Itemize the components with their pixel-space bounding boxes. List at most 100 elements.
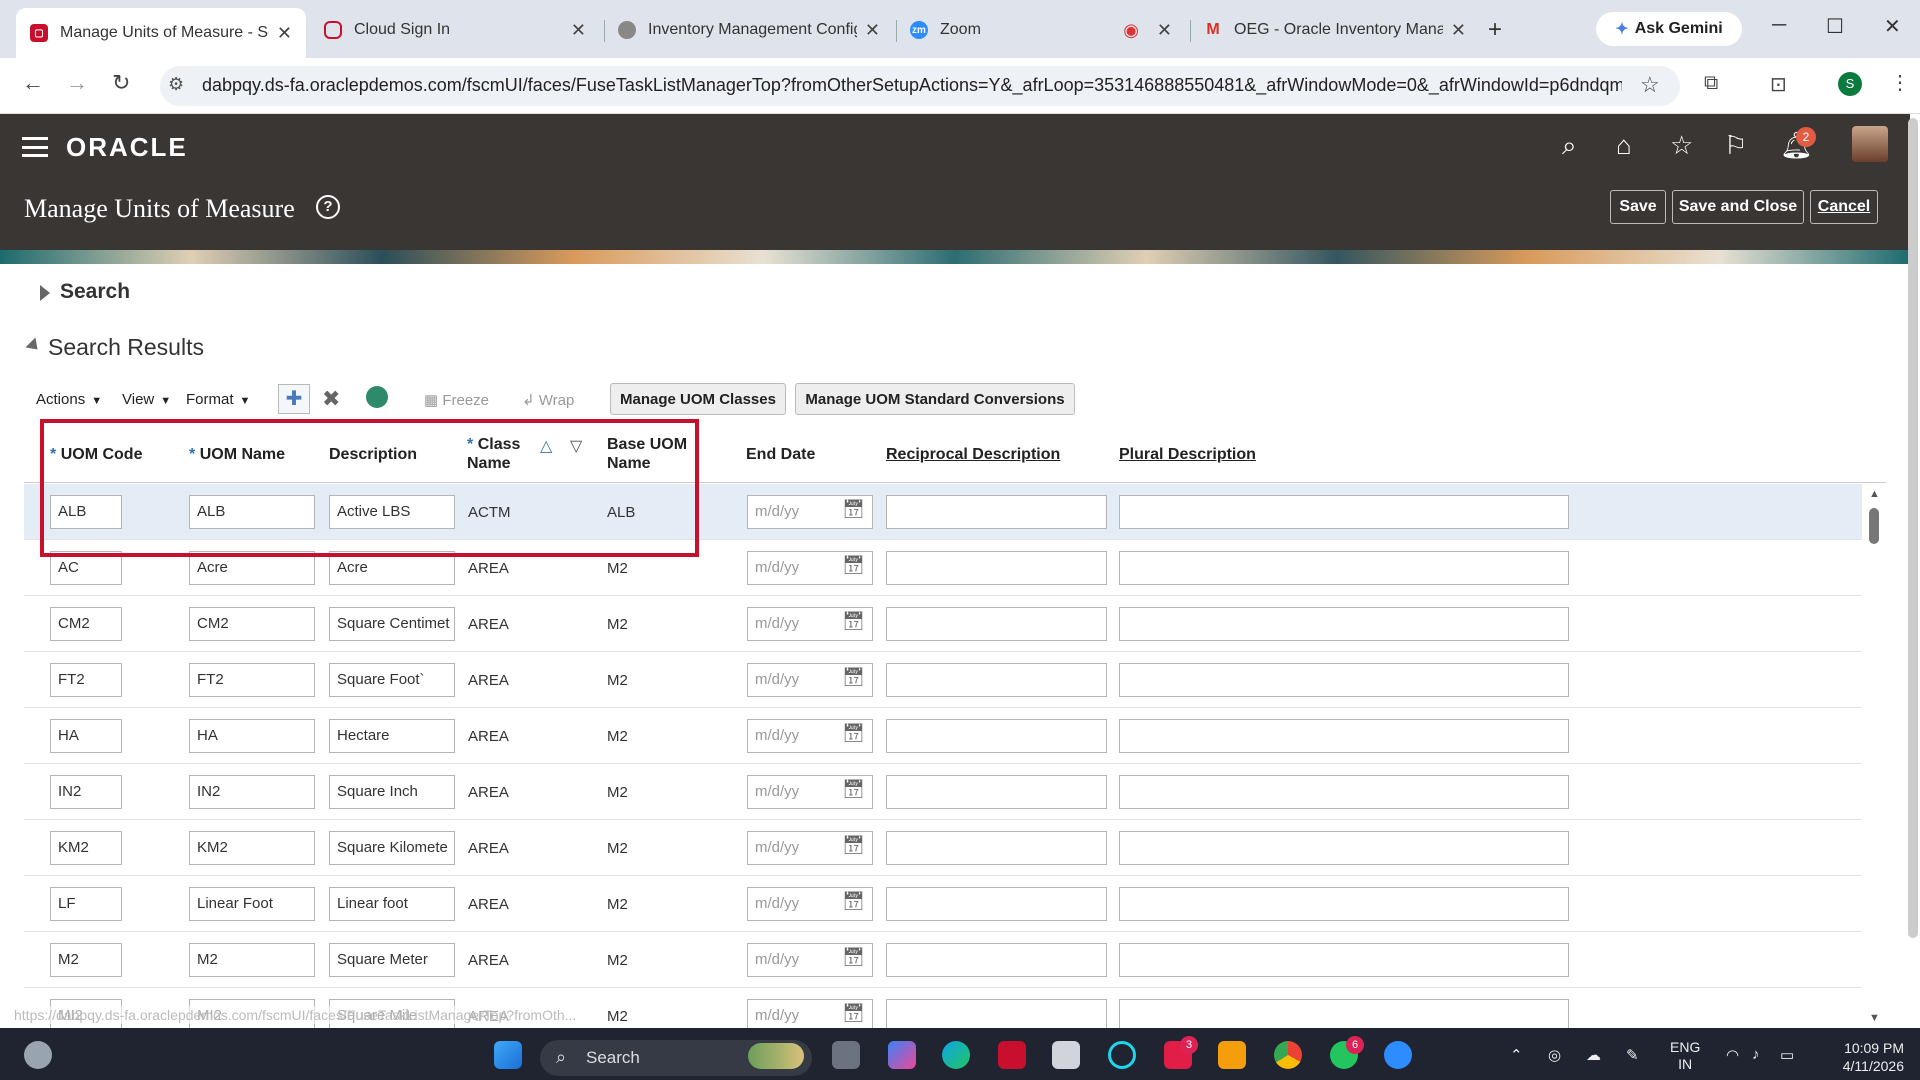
plural-description-input[interactable] bbox=[1119, 887, 1569, 921]
search-section-title[interactable]: Search bbox=[60, 280, 130, 304]
uom-code-input[interactable]: LF bbox=[50, 887, 122, 921]
favorites-star-icon[interactable]: ☆ bbox=[1670, 130, 1693, 161]
clock[interactable]: 10:09 PM 4/11/2026 bbox=[1814, 1039, 1904, 1075]
reciprocal-description-input[interactable] bbox=[886, 607, 1107, 641]
uom-name-input[interactable]: FT2 bbox=[189, 663, 315, 697]
delete-row-icon[interactable]: ✖ bbox=[322, 386, 340, 412]
description-input[interactable]: Square Foot` bbox=[329, 663, 455, 697]
weather-widget-icon[interactable] bbox=[24, 1041, 52, 1069]
translation-globe-icon[interactable] bbox=[366, 386, 388, 408]
description-input[interactable]: Square Inch bbox=[329, 775, 455, 809]
close-tab-icon[interactable]: ✕ bbox=[1157, 20, 1172, 41]
copilot-icon[interactable] bbox=[888, 1041, 916, 1069]
uom-name-input[interactable]: Linear Foot bbox=[189, 887, 315, 921]
tab-manage-uom[interactable]: ▢ Manage Units of Measure - Se ✕ bbox=[16, 8, 306, 58]
pen-icon[interactable]: ✎ bbox=[1626, 1046, 1639, 1064]
cast-icon[interactable]: ⊡ bbox=[1770, 72, 1787, 97]
page-scrollbar[interactable] bbox=[1908, 118, 1918, 938]
file-explorer-icon[interactable] bbox=[1218, 1041, 1246, 1069]
oracle-logo[interactable]: ORACLE bbox=[66, 132, 188, 163]
add-row-icon[interactable]: ✚ bbox=[278, 384, 310, 414]
tab-oeg-gmail[interactable]: M OEG - Oracle Inventory Manag ✕ bbox=[1190, 10, 1480, 50]
close-tab-icon[interactable]: ✕ bbox=[571, 20, 586, 41]
column-header-plural-description[interactable]: Plural Description bbox=[1119, 445, 1256, 464]
browser-menu-icon[interactable]: ⋮ bbox=[1890, 70, 1910, 95]
format-menu[interactable]: Format ▼ bbox=[186, 391, 250, 408]
table-row[interactable]: HA HA Hectare AREA M2 m/d/yy 📅︎ bbox=[24, 708, 1862, 764]
close-tab-icon[interactable]: ✕ bbox=[865, 20, 880, 41]
table-vertical-scrollbar[interactable] bbox=[1867, 486, 1881, 1024]
column-header-end-date[interactable]: End Date bbox=[746, 445, 815, 464]
zoom-icon[interactable] bbox=[1384, 1041, 1412, 1069]
plural-description-input[interactable] bbox=[1119, 999, 1569, 1028]
forward-icon[interactable]: → bbox=[66, 70, 88, 96]
uom-code-input[interactable]: HA bbox=[50, 719, 122, 753]
save-and-close-button[interactable]: Save and Close bbox=[1672, 190, 1804, 224]
tab-zoom[interactable]: zm Zoom ◉ ✕ bbox=[896, 10, 1186, 50]
help-icon[interactable]: ? bbox=[316, 195, 340, 219]
uom-name-input[interactable]: HA bbox=[189, 719, 315, 753]
uom-name-input[interactable]: CM2 bbox=[189, 607, 315, 641]
wrap-button[interactable]: ↲ Wrap bbox=[522, 391, 574, 409]
volume-icon[interactable]: ♪ bbox=[1752, 1046, 1760, 1063]
onedrive-icon[interactable]: ☁ bbox=[1586, 1046, 1601, 1064]
new-tab-button[interactable]: + bbox=[1488, 16, 1502, 44]
extensions-icon[interactable]: ⧉ bbox=[1704, 72, 1718, 95]
user-avatar[interactable] bbox=[1852, 126, 1888, 162]
plural-description-input[interactable] bbox=[1119, 719, 1569, 753]
scroll-up-icon[interactable]: ▲ bbox=[1869, 488, 1880, 500]
hamburger-menu-icon[interactable] bbox=[22, 137, 48, 157]
search-icon[interactable]: ⌕ bbox=[1562, 130, 1577, 162]
calendar-icon[interactable]: 📅︎ bbox=[842, 723, 865, 744]
reciprocal-description-input[interactable] bbox=[886, 943, 1107, 977]
cancel-button[interactable]: Cancel bbox=[1810, 190, 1878, 224]
uom-code-input[interactable]: M2 bbox=[50, 943, 122, 977]
calendar-icon[interactable]: 📅︎ bbox=[842, 835, 865, 856]
close-tab-icon[interactable]: ✕ bbox=[1451, 20, 1466, 41]
column-header-reciprocal-description[interactable]: Reciprocal Description bbox=[886, 445, 1060, 464]
close-tab-icon[interactable]: ✕ bbox=[277, 23, 292, 44]
maximize-icon[interactable]: ☐ bbox=[1826, 14, 1844, 39]
language-indicator[interactable]: ENG IN bbox=[1670, 1039, 1700, 1073]
uom-code-input[interactable]: CM2 bbox=[50, 607, 122, 641]
table-row[interactable]: IN2 IN2 Square Inch AREA M2 m/d/yy 📅︎ bbox=[24, 764, 1862, 820]
reload-icon[interactable]: ↻ bbox=[112, 70, 130, 96]
reciprocal-description-input[interactable] bbox=[886, 887, 1107, 921]
uom-name-input[interactable]: M2 bbox=[189, 943, 315, 977]
task-view-icon[interactable] bbox=[832, 1041, 860, 1069]
table-row[interactable]: M2 M2 Square Meter AREA M2 m/d/yy 📅︎ bbox=[24, 932, 1862, 988]
reciprocal-description-input[interactable] bbox=[886, 999, 1107, 1028]
reciprocal-description-input[interactable] bbox=[886, 495, 1107, 529]
home-icon[interactable]: ⌂ bbox=[1616, 130, 1632, 161]
flag-icon[interactable]: ⚐ bbox=[1724, 130, 1747, 161]
reciprocal-description-input[interactable] bbox=[886, 551, 1107, 585]
url-text[interactable]: dabpqy.ds-fa.oraclepdemos.com/fscmUI/fac… bbox=[202, 75, 1622, 96]
cortana-icon[interactable] bbox=[1108, 1041, 1136, 1069]
manage-uom-classes-button[interactable]: Manage UOM Classes bbox=[610, 383, 786, 415]
calendar-icon[interactable]: 📅︎ bbox=[842, 667, 865, 688]
table-row[interactable]: KM2 KM2 Square Kilomete AREA M2 m/d/yy 📅… bbox=[24, 820, 1862, 876]
bookmark-star-icon[interactable]: ☆ bbox=[1640, 72, 1660, 98]
description-input[interactable]: Square Centimet bbox=[329, 607, 455, 641]
calendar-icon[interactable]: 📅︎ bbox=[842, 779, 865, 800]
windows-start-icon[interactable] bbox=[494, 1041, 522, 1069]
calendar-icon[interactable]: 📅︎ bbox=[842, 891, 865, 912]
reciprocal-description-input[interactable] bbox=[886, 663, 1107, 697]
description-input[interactable]: Square Kilomete bbox=[329, 831, 455, 865]
reciprocal-description-input[interactable] bbox=[886, 775, 1107, 809]
reciprocal-description-input[interactable] bbox=[886, 831, 1107, 865]
uom-code-input[interactable]: FT2 bbox=[50, 663, 122, 697]
tab-cloud-sign-in[interactable]: Cloud Sign In ✕ bbox=[310, 10, 600, 50]
uom-code-input[interactable]: KM2 bbox=[50, 831, 122, 865]
site-settings-icon[interactable]: ⚙ bbox=[168, 74, 184, 95]
save-button[interactable]: Save bbox=[1610, 190, 1666, 224]
minimize-icon[interactable]: ─ bbox=[1772, 14, 1786, 37]
plural-description-input[interactable] bbox=[1119, 495, 1569, 529]
table-row[interactable]: CM2 CM2 Square Centimet AREA M2 m/d/yy 📅… bbox=[24, 596, 1862, 652]
description-input[interactable]: Square Meter bbox=[329, 943, 455, 977]
profile-avatar[interactable]: S bbox=[1838, 72, 1862, 96]
collapse-results-icon[interactable] bbox=[25, 337, 43, 355]
description-input[interactable]: Linear foot bbox=[329, 887, 455, 921]
expand-search-icon[interactable] bbox=[40, 285, 50, 301]
description-input[interactable]: Hectare bbox=[329, 719, 455, 753]
